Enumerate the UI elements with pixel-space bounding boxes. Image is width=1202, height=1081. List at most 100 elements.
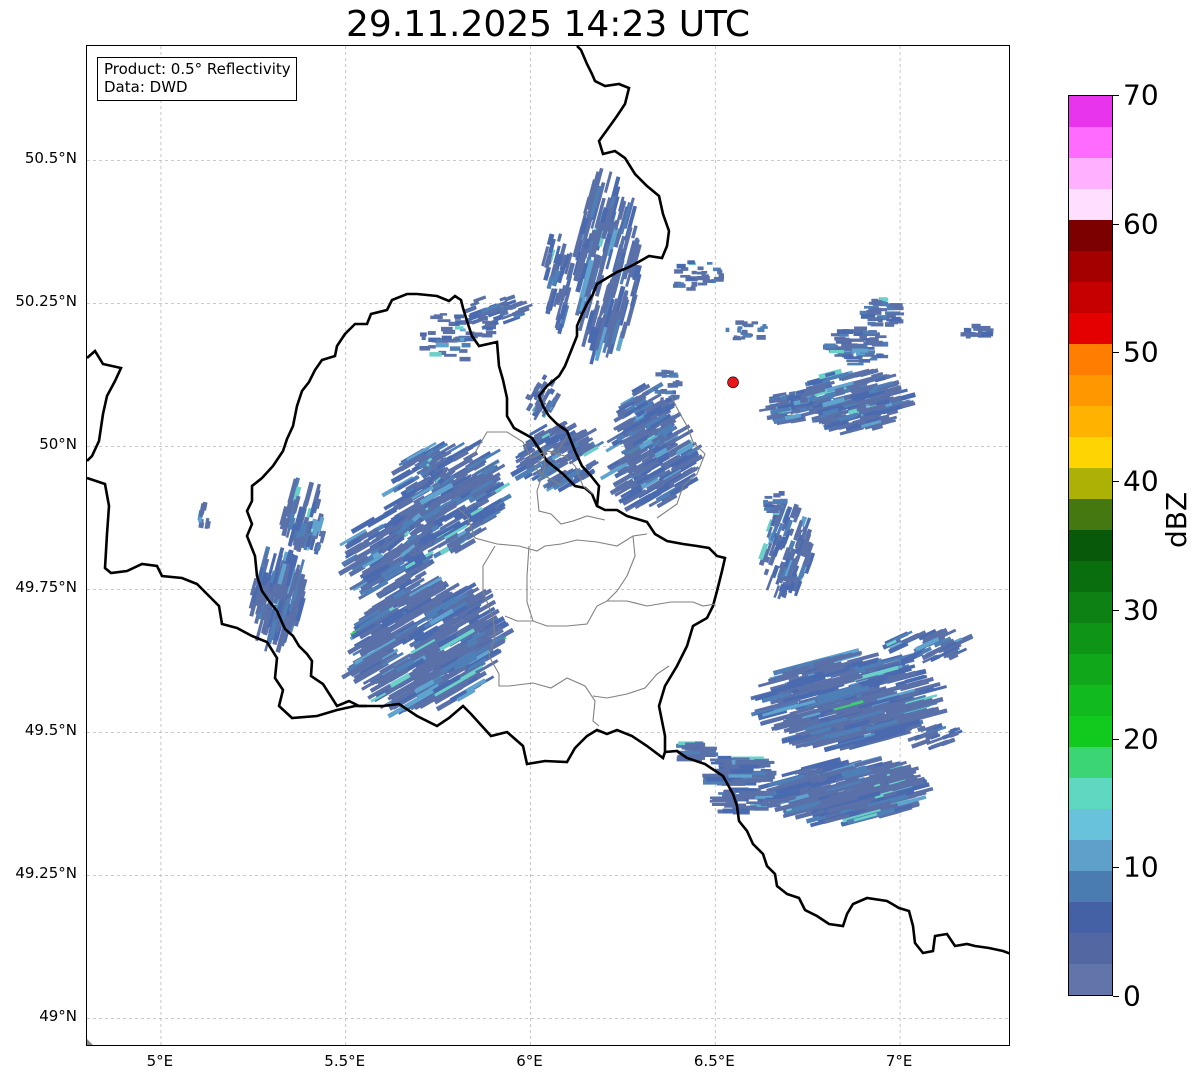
echo-streak xyxy=(795,528,803,538)
echo-streak xyxy=(531,391,539,398)
latitude-tick-label: 49.75°N xyxy=(15,578,77,597)
colorbar-segment xyxy=(1069,592,1112,623)
colorbar-segment xyxy=(1069,902,1112,933)
colorbar-tick xyxy=(1113,481,1119,482)
echo-streak xyxy=(852,375,877,386)
colorbar-tick-label: 10 xyxy=(1123,850,1159,884)
echo-streak xyxy=(778,561,785,570)
latitude-tick-label: 50°N xyxy=(39,435,77,454)
radar-site-marker xyxy=(727,376,739,389)
colorbar-segment xyxy=(1069,747,1112,778)
border-belgium-france xyxy=(87,476,383,720)
echo-streak xyxy=(559,284,568,301)
echo-streak xyxy=(777,576,785,584)
echo-streak xyxy=(548,387,556,395)
colorbar-segment xyxy=(1069,871,1112,902)
echo-streak xyxy=(533,381,543,393)
latitude-tick-label: 49°N xyxy=(39,1007,77,1026)
latitude-tick-label: 49.25°N xyxy=(15,864,77,883)
colorbar-segment xyxy=(1069,282,1112,313)
colorbar-segment xyxy=(1069,437,1112,468)
colorbar-tick-label: 70 xyxy=(1123,78,1159,112)
echo-streak xyxy=(534,403,543,414)
echo-streak xyxy=(763,568,770,576)
echo-streak xyxy=(260,571,269,586)
echo-streak xyxy=(544,253,553,269)
echo-streak xyxy=(770,564,780,579)
echo-streak xyxy=(473,295,487,303)
colorbar-segment xyxy=(1069,313,1112,344)
echo-streak xyxy=(201,501,208,511)
colorbar-tick-label: 0 xyxy=(1123,979,1141,1013)
colorbar-segment xyxy=(1069,251,1112,282)
colorbar-segment xyxy=(1069,685,1112,716)
colorbar-tick xyxy=(1113,739,1119,740)
echo-streak xyxy=(784,413,802,421)
colorbar-tick xyxy=(1113,867,1119,868)
echo-streak xyxy=(847,408,858,415)
echo-streak xyxy=(499,296,507,302)
latitude-tick-label: 50.25°N xyxy=(15,292,77,311)
canton-boundary xyxy=(526,545,716,627)
echo-streak xyxy=(797,564,807,580)
dbz-colorbar xyxy=(1068,95,1113,996)
colorbar-tick xyxy=(1113,610,1119,611)
echo-streak xyxy=(890,395,902,403)
echo-streak xyxy=(513,300,528,309)
echo-streak xyxy=(541,374,548,381)
echo-streak xyxy=(803,546,810,555)
colorbar-tick xyxy=(1113,352,1119,353)
data-source-label: Data: DWD xyxy=(104,78,188,96)
echo-streak xyxy=(543,266,552,281)
colorbar-segment xyxy=(1069,778,1112,809)
echo-streak xyxy=(788,528,795,536)
echo-streak xyxy=(525,402,534,412)
colorbar-segment xyxy=(1069,375,1112,406)
colorbar-segment xyxy=(1069,933,1112,964)
colorbar-segment xyxy=(1069,964,1112,995)
colorbar-tick xyxy=(1113,996,1119,997)
echo-streak xyxy=(805,557,812,565)
echo-streak xyxy=(546,276,554,290)
longitude-tick-label: 5°E xyxy=(146,1052,174,1070)
longitude-tick-label: 6.5°E xyxy=(693,1052,735,1070)
echo-streak xyxy=(765,575,774,591)
precipitation-echoes xyxy=(197,167,994,828)
echo-streak xyxy=(799,407,808,413)
map-title: 29.11.2025 14:23 UTC xyxy=(345,4,751,45)
echo-streak xyxy=(299,522,308,537)
colorbar-tick-label: 30 xyxy=(1123,593,1159,627)
echo-streak xyxy=(556,233,563,242)
echo-streak xyxy=(315,498,322,510)
echo-streak xyxy=(925,726,933,733)
echo-streak xyxy=(305,535,313,548)
echo-streak xyxy=(834,386,845,394)
colorbar-tick-label: 50 xyxy=(1123,335,1159,369)
echo-streak xyxy=(309,501,317,518)
echo-streak xyxy=(316,543,322,551)
colorbar-segment xyxy=(1069,344,1112,375)
colorbar-segment xyxy=(1069,406,1112,437)
colorbar-segment xyxy=(1069,220,1112,251)
border-belgium-northwest xyxy=(87,349,123,462)
echo-streak xyxy=(765,404,774,409)
colorbar-segment xyxy=(1069,189,1112,220)
colorbar-segment xyxy=(1069,716,1112,747)
colorbar-segment xyxy=(1069,127,1112,158)
echo-streak xyxy=(646,392,662,404)
colorbar-tick-label: 60 xyxy=(1123,207,1159,241)
product-label: Product: 0.5° Reflectivity xyxy=(104,60,291,78)
colorbar-tick-label: 20 xyxy=(1123,722,1159,756)
canton-boundary xyxy=(504,615,533,622)
colorbar-tick xyxy=(1113,95,1119,96)
echo-streak xyxy=(768,397,782,404)
canton-boundary xyxy=(592,665,670,699)
echo-streak xyxy=(949,727,958,733)
echo-streak xyxy=(204,517,210,530)
echo-streak xyxy=(603,171,613,194)
latitude-tick-label: 49.5°N xyxy=(24,721,77,740)
echo-streak xyxy=(303,481,315,507)
echo-streak xyxy=(788,540,796,551)
echo-streak xyxy=(807,379,819,386)
canton-boundary xyxy=(606,535,636,602)
